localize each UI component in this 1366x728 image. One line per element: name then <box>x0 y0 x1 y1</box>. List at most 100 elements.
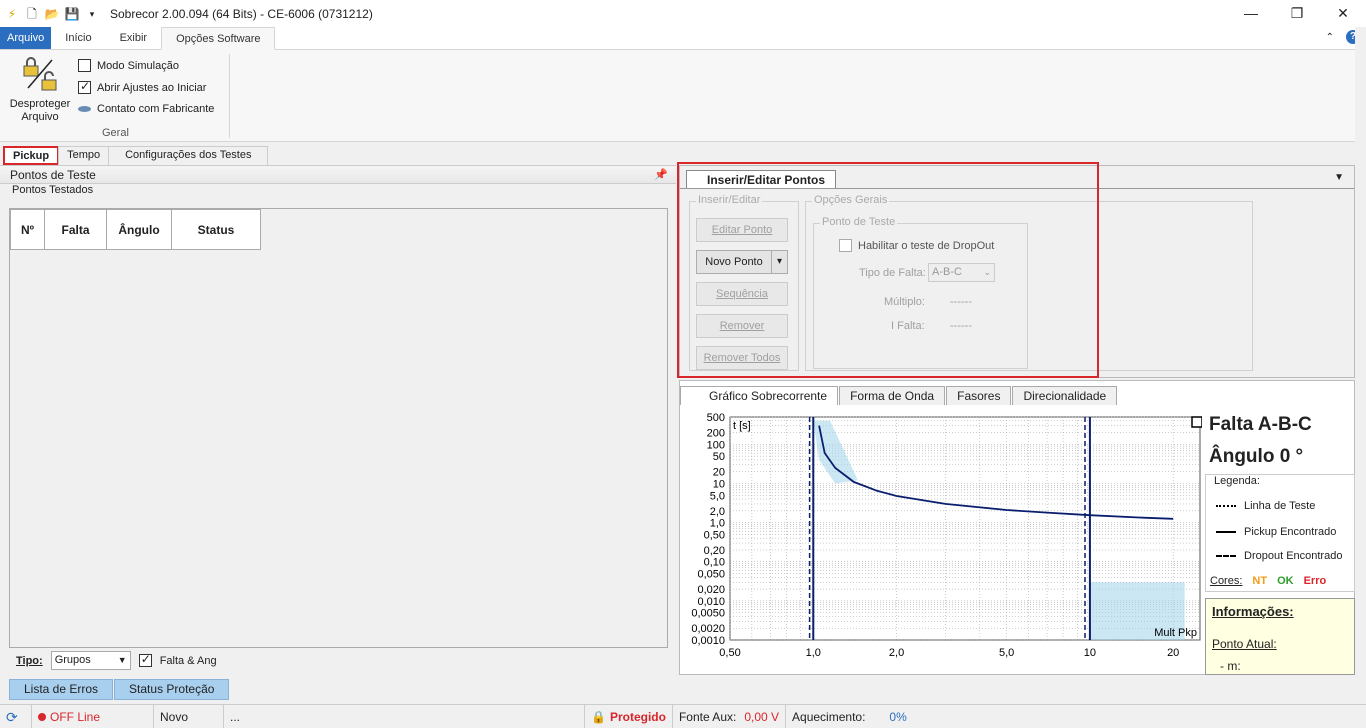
panel-dropdown-icon[interactable]: ▼ <box>1334 172 1344 183</box>
sequencia-button[interactable]: Sequência <box>696 282 788 306</box>
fonte-aux-cell: Fonte Aux: 0,00 V <box>673 704 787 728</box>
tab-inserir-editar-pontos[interactable]: Inserir/Editar Pontos <box>686 170 837 189</box>
chart-tabs: Gráfico Sobrecorrente Forma de Onda Faso… <box>680 386 1118 405</box>
title-bar: ⚡ 🗋 📂 💾 ▾ Sobrecor 2.00.094 (64 Bits) - … <box>0 0 1366 27</box>
remover-todos-button[interactable]: Remover Todos <box>696 346 788 370</box>
tipo-falta-value: A-B-C <box>932 266 962 278</box>
tested-points-label: Pontos Testados <box>12 184 94 196</box>
quick-access-dropdown-icon[interactable]: ▾ <box>84 6 100 22</box>
multiplo-value: ------ <box>950 296 972 308</box>
aquecimento-value: 0% <box>889 709 907 724</box>
pin-icon[interactable]: 📌 <box>654 166 668 184</box>
solid-line-icon <box>1216 531 1236 533</box>
tab-configuracoes-testes[interactable]: Configurações dos Testes <box>108 146 269 165</box>
y-tick-label: 500 <box>707 412 725 424</box>
col-numero[interactable]: Nº <box>10 209 45 250</box>
tab-tempo[interactable]: Tempo <box>58 146 110 165</box>
checkbox-box-checked[interactable] <box>78 79 91 94</box>
minimize-button[interactable]: — <box>1228 0 1274 27</box>
tab-grafico-sobrecorrente[interactable]: Gráfico Sobrecorrente <box>680 386 839 405</box>
tipo-falta-select[interactable]: A-B-C ⌄ <box>928 263 995 282</box>
contato-fabricante-label: Contato com Fabricante <box>97 103 215 115</box>
abrir-ajustes-checkbox[interactable]: Abrir Ajustes ao Iniciar <box>78 79 207 94</box>
bottom-tabs: Lista de Erros Status Proteção <box>9 679 230 700</box>
save-icon[interactable]: 💾 <box>64 6 80 22</box>
y-tick-label: 0,0010 <box>691 635 725 647</box>
tab-underline <box>680 188 1354 189</box>
connection-status: OFF Line <box>32 704 154 728</box>
fonte-aux-label: Fonte Aux: <box>678 709 737 724</box>
tipo-label: Tipo: <box>16 654 43 667</box>
group-geral-label: Geral <box>102 127 129 139</box>
legend-label: Pickup Encontrado <box>1244 526 1337 538</box>
falta-title: Falta A-B-C <box>1209 414 1312 435</box>
checkbox-box[interactable] <box>78 59 91 72</box>
aquecimento-label: Aquecimento: <box>792 709 866 724</box>
m-label: - m: <box>1220 659 1241 673</box>
tab-exibir[interactable]: Exibir <box>106 27 162 49</box>
tab-pickup[interactable]: Pickup <box>3 146 60 165</box>
falta-ang-label: Falta & Ang <box>159 654 217 667</box>
chevron-down-icon[interactable]: ▾ <box>771 251 787 273</box>
unprotect-file-button[interactable]: Desproteger Arquivo <box>6 56 74 124</box>
maximize-chart-icon[interactable] <box>1191 416 1202 428</box>
color-nt: NT <box>1252 575 1268 587</box>
col-angulo[interactable]: Ângulo <box>106 209 172 250</box>
x-tick-label: 0,50 <box>719 647 740 659</box>
panel-header: Pontos de Teste 📌 <box>0 166 676 184</box>
cores-label: Cores: <box>1210 575 1243 587</box>
offline-indicator-icon <box>38 712 46 721</box>
group-ponto-teste-title: Ponto de Teste <box>820 216 898 228</box>
maximize-button[interactable]: ❐ <box>1274 0 1320 27</box>
contato-fabricante-button[interactable]: Contato com Fabricante <box>78 103 214 115</box>
remover-button[interactable]: Remover <box>696 314 788 338</box>
abrir-ajustes-label: Abrir Ajustes ao Iniciar <box>97 81 207 94</box>
editar-ponto-button[interactable]: Editar Ponto <box>696 218 788 242</box>
tab-status-protecao[interactable]: Status Proteção <box>114 679 230 700</box>
open-folder-icon[interactable]: 📂 <box>44 6 60 22</box>
y-tick-label: 0,010 <box>697 596 725 608</box>
x-axis-label: Mult Pkp <box>1154 627 1197 639</box>
contact-icon <box>78 106 91 112</box>
tab-direcionalidade[interactable]: Direcionalidade <box>1012 386 1118 405</box>
close-button[interactable]: ✕ <box>1320 0 1366 27</box>
legend-label: Dropout Encontrado <box>1244 550 1343 562</box>
tab-lista-erros[interactable]: Lista de Erros <box>9 679 114 700</box>
collapse-ribbon-icon[interactable]: ⌃ <box>1326 32 1334 43</box>
new-file-icon[interactable]: 🗋 <box>24 6 40 22</box>
col-falta[interactable]: Falta <box>44 209 107 250</box>
x-tick-label: 5,0 <box>999 647 1014 659</box>
novo-ponto-button[interactable]: Novo Ponto ▾ <box>696 250 788 274</box>
tested-points-table[interactable]: Nº Falta Ângulo Status <box>9 208 668 648</box>
tab-inicio[interactable]: Início <box>51 27 105 49</box>
x-tick-label: 1,0 <box>806 647 821 659</box>
col-status[interactable]: Status <box>171 209 261 250</box>
y-tick-label: 0,0020 <box>691 623 725 635</box>
y-tick-label: 0,020 <box>697 584 725 596</box>
y-tick-label: 2,0 <box>710 506 725 518</box>
modo-simulacao-checkbox[interactable]: Modo Simulação <box>78 59 179 72</box>
overcurrent-chart[interactable]: 5002001005020105,02,01,00,500,200,100,05… <box>680 405 1202 667</box>
tab-opcoes-software[interactable]: Opções Software <box>161 27 276 50</box>
ifalta-label: I Falta: <box>891 320 925 332</box>
group-opcoes-gerais-title: Opções Gerais <box>812 194 890 206</box>
y-axis-label: t [s] <box>733 420 751 432</box>
tipo-select-value: Grupos <box>54 654 91 666</box>
dropout-checkbox[interactable] <box>839 239 852 252</box>
y-tick-label: 200 <box>707 428 725 440</box>
color-erro: Erro <box>1303 575 1327 587</box>
refresh-icon[interactable]: ⟳ <box>0 704 32 728</box>
ponto-atual-label: Ponto Atual: <box>1212 637 1277 651</box>
status-bar: ⟳ OFF Line Novo ... 🔒 Protegido Fonte Au… <box>0 704 1366 728</box>
tab-forma-onda[interactable]: Forma de Onda <box>839 386 946 405</box>
ribbon-tabs: Arquivo Início Exibir Opções Software ⌃ … <box>0 27 1366 50</box>
tipo-select[interactable]: Grupos ▼ <box>50 651 131 670</box>
info-title: Informações: <box>1212 604 1294 619</box>
tab-fasores[interactable]: Fasores <box>946 386 1012 405</box>
y-tick-label: 1,0 <box>710 518 725 530</box>
falta-ang-checkbox[interactable] <box>138 652 152 667</box>
test-points-panel: Pontos de Teste 📌 Pontos Testados Nº Fal… <box>0 165 676 675</box>
x-tick-label: 10 <box>1084 647 1096 659</box>
y-tick-label: 0,050 <box>697 569 725 581</box>
tab-arquivo[interactable]: Arquivo <box>0 27 52 49</box>
